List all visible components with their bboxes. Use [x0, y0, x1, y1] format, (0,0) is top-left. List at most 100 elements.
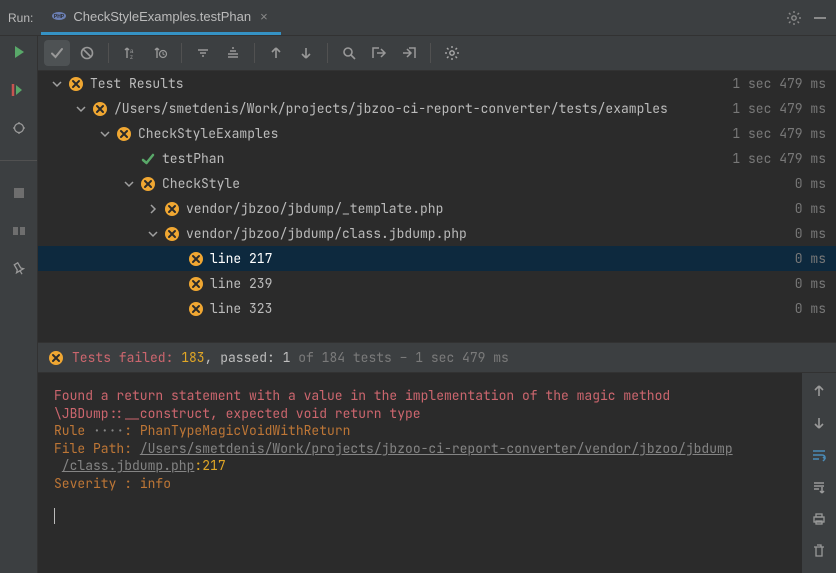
show-passed-button[interactable] [44, 40, 70, 66]
stop-button[interactable] [9, 183, 29, 203]
chevron-none [170, 252, 184, 266]
chevron-none [170, 302, 184, 316]
test-settings-button[interactable] [439, 40, 465, 66]
filepath-label: File Path: [54, 440, 140, 457]
fail-icon [164, 226, 180, 242]
console-output[interactable]: Found a return statement with a value in… [38, 373, 802, 573]
chevron-right-icon[interactable] [146, 202, 160, 216]
tree-row-time: 1 sec 479 ms [732, 150, 826, 167]
clear-button[interactable] [809, 541, 829, 561]
severity-value: info [140, 475, 171, 492]
left-action-rail [0, 36, 38, 573]
summary-failed-count: 183 [181, 349, 204, 366]
rule-value: PhanTypeMagicVoidWithReturn [140, 422, 351, 439]
rule-dots: ···· [93, 422, 124, 439]
php-icon [51, 8, 67, 24]
tree-row[interactable]: line 217 0 ms [38, 246, 836, 271]
tree-row[interactable]: testPhan 1 sec 479 ms [38, 146, 836, 171]
fail-icon [188, 301, 204, 317]
collapse-all-button[interactable] [190, 40, 216, 66]
rule-label: Rule [54, 422, 93, 439]
tree-row-label: testPhan [162, 150, 224, 167]
tree-row[interactable]: vendor/jbzoo/jbdump/class.jbdump.php 0 ms [38, 221, 836, 246]
chevron-down-icon[interactable] [122, 177, 136, 191]
print-button[interactable] [809, 509, 829, 529]
tree-row[interactable]: CheckStyle 0 ms [38, 171, 836, 196]
layout-button[interactable] [9, 221, 29, 241]
scroll-to-end-button[interactable] [809, 477, 829, 497]
tree-row-label: line 239 [210, 275, 272, 292]
next-output-button[interactable] [809, 413, 829, 433]
test-toolbar [38, 36, 836, 71]
import-results-button[interactable] [366, 40, 392, 66]
tree-row[interactable]: Test Results 1 sec 479 ms [38, 71, 836, 96]
gear-icon[interactable] [786, 10, 802, 26]
fail-icon [92, 101, 108, 117]
soft-wrap-button[interactable] [809, 445, 829, 465]
filepath-link-part1[interactable]: /Users/smetdenis/Work/projects/jbzoo-ci-… [140, 440, 733, 457]
tree-row-label: Test Results [90, 75, 184, 92]
summary-passed-label: , passed: [205, 349, 283, 366]
severity-label: Severity : [54, 475, 140, 492]
console-right-rail [802, 373, 836, 573]
tree-row[interactable]: line 239 0 ms [38, 271, 836, 296]
prev-failed-button[interactable] [263, 40, 289, 66]
tree-row-time: 0 ms [795, 225, 826, 242]
summary-failed-label: Tests failed: [72, 349, 181, 366]
tree-row-label: CheckStyleExamples [138, 125, 278, 142]
rerun-failed-button[interactable] [9, 80, 29, 100]
chevron-none [170, 277, 184, 291]
close-icon[interactable]: × [257, 9, 271, 24]
fail-icon [164, 201, 180, 217]
tree-row-time: 1 sec 479 ms [732, 100, 826, 117]
rule-sep: : [124, 422, 140, 439]
tree-row-time: 0 ms [795, 275, 826, 292]
sort-alpha-button[interactable] [117, 40, 143, 66]
chevron-down-icon[interactable] [146, 227, 160, 241]
tree-row-time: 1 sec 479 ms [732, 75, 826, 92]
tree-row-time: 0 ms [795, 175, 826, 192]
chevron-none [122, 152, 136, 166]
prev-output-button[interactable] [809, 381, 829, 401]
chevron-down-icon[interactable] [98, 127, 112, 141]
text-caret [54, 508, 55, 524]
filepath-line-number: 217 [202, 457, 225, 474]
chevron-down-icon[interactable] [74, 102, 88, 116]
test-summary: Tests failed: 183, passed: 1 of 184 test… [38, 342, 836, 373]
fail-icon [116, 126, 132, 142]
show-ignored-button[interactable] [74, 40, 100, 66]
sort-duration-button[interactable] [147, 40, 173, 66]
chevron-down-icon[interactable] [50, 77, 64, 91]
tree-row-time: 0 ms [795, 250, 826, 267]
tree-row-label: vendor/jbzoo/jbdump/_template.php [186, 200, 443, 217]
expand-all-button[interactable] [220, 40, 246, 66]
tree-row-label: line 217 [210, 250, 272, 267]
run-button[interactable] [9, 42, 29, 62]
fail-icon [188, 251, 204, 267]
toggle-auto-test-button[interactable] [9, 118, 29, 138]
search-tests-button[interactable] [336, 40, 362, 66]
minimize-icon[interactable] [812, 10, 828, 26]
run-config-tab[interactable]: CheckStyleExamples.testPhan × [41, 0, 280, 35]
pass-icon [140, 151, 156, 167]
fail-icon [188, 276, 204, 292]
tree-row[interactable]: line 3230 ms [38, 296, 836, 321]
fail-icon [48, 350, 64, 366]
next-failed-button[interactable] [293, 40, 319, 66]
error-message-line1: Found a return statement with a value in… [54, 387, 786, 405]
tree-row-label: CheckStyle [162, 175, 240, 192]
run-label: Run: [8, 11, 33, 25]
filepath-link-part2[interactable]: /class.jbdump.php [62, 457, 195, 474]
tree-row-label: vendor/jbzoo/jbdump/class.jbdump.php [186, 225, 467, 242]
fail-icon [140, 176, 156, 192]
export-results-button[interactable] [396, 40, 422, 66]
tree-row[interactable]: vendor/jbzoo/jbdump/_template.php 0 ms [38, 196, 836, 221]
test-tree[interactable]: Test Results 1 sec 479 ms/Users/smetdenis… [38, 71, 836, 342]
summary-total: of 184 tests – 1 sec 479 ms [290, 349, 508, 366]
tree-row[interactable]: CheckStyleExamples1 sec 479 ms [38, 121, 836, 146]
tree-row-time: 0 ms [795, 300, 826, 317]
tab-title: CheckStyleExamples.testPhan [73, 9, 251, 24]
pin-button[interactable] [9, 259, 29, 279]
tree-row[interactable]: /Users/smetdenis/Work/projects/jbzoo-ci-… [38, 96, 836, 121]
tree-row-time: 0 ms [795, 200, 826, 217]
